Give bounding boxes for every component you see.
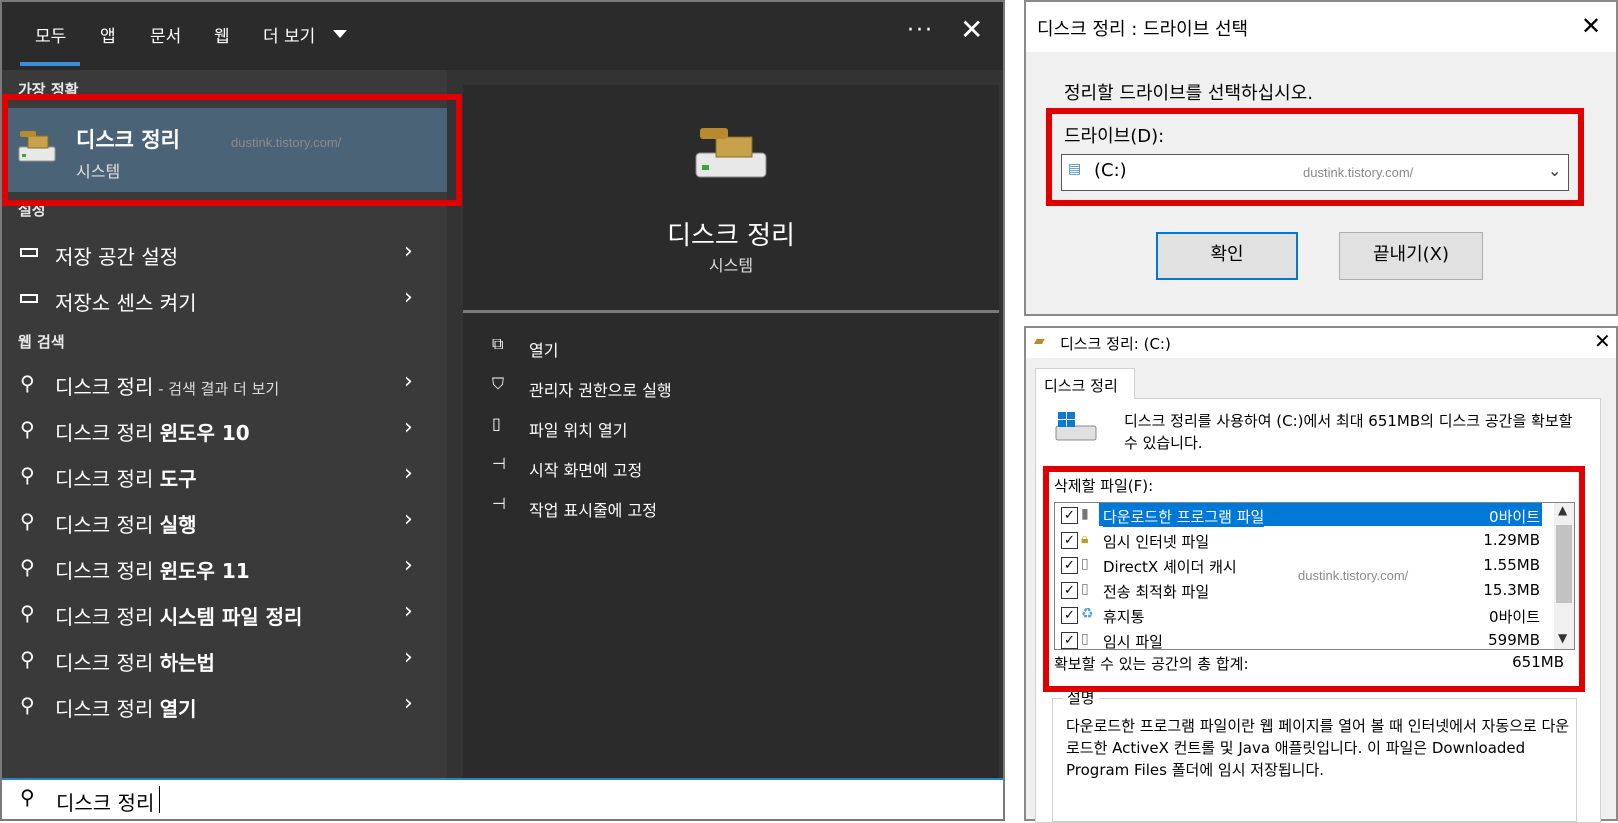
close-icon[interactable]: ✕ <box>1594 329 1611 353</box>
preview-title: 디스크 정리 <box>667 221 795 251</box>
chevron-right-icon: › <box>404 599 413 624</box>
pin-icon: ⊣ <box>492 454 506 473</box>
disk-cleanup-icon: ▰ <box>1034 333 1045 349</box>
web-result-text: 디스크 정리 <box>55 559 160 583</box>
web-result-text: 디스크 정리 <box>55 605 160 629</box>
action-pin-to-taskbar[interactable]: ⊣ 작업 표시줄에 고정 <box>482 494 882 530</box>
open-icon: ⧉ <box>492 334 504 353</box>
web-result-text: 디스크 정리 <box>55 697 160 721</box>
highlight-box <box>2 94 462 206</box>
settings-item-label: 저장 공간 설정 <box>55 245 179 269</box>
tab-more[interactable]: 더 보기 <box>263 22 315 47</box>
dialog-title: 디스크 정리 : 드라이브 선택 <box>1037 19 1249 40</box>
chevron-right-icon: › <box>404 369 413 394</box>
web-result-item[interactable]: ⚲ 디스크 정리 도구 › <box>2 460 447 504</box>
web-result-bold: 열기 <box>159 697 197 721</box>
web-result-item[interactable]: ⚲ 디스크 정리 열기 › <box>2 690 447 734</box>
tab-documents[interactable]: 문서 <box>150 22 181 47</box>
web-result-text: 디스크 정리 <box>55 651 160 675</box>
web-result-text: 디스크 정리 <box>55 375 154 399</box>
tab-all[interactable]: 모두 <box>35 22 66 47</box>
file-location-icon: ▯ <box>492 414 501 433</box>
active-tab-indicator <box>20 62 80 66</box>
shield-icon: ⛉ <box>492 374 505 393</box>
tab-web[interactable]: 웹 <box>214 22 230 47</box>
chevron-right-icon: › <box>404 285 413 310</box>
caret-down-icon <box>333 30 347 38</box>
action-run-as-admin[interactable]: ⛉ 관리자 권한으로 실행 <box>482 374 882 410</box>
web-search-header: 웹 검색 <box>18 333 65 351</box>
search-query: 디스크 정리 <box>56 791 155 815</box>
web-result-item[interactable]: ⚲ 디스크 정리 윈도우 11 › <box>2 552 447 596</box>
pin-icon: ⊣ <box>492 494 506 513</box>
storage-icon <box>20 294 38 303</box>
drive-icon <box>1055 412 1097 441</box>
action-label: 작업 표시줄에 고정 <box>529 501 657 520</box>
preview-subtitle: 시스템 <box>708 256 754 275</box>
highlight-box <box>1046 108 1584 206</box>
chevron-right-icon: › <box>404 239 413 264</box>
action-label: 파일 위치 열기 <box>529 421 628 440</box>
action-label: 열기 <box>529 341 559 360</box>
chevron-right-icon: › <box>404 415 413 440</box>
web-result-bold: 윈도우 11 <box>159 559 250 583</box>
description-group-text: 다운로드한 프로그램 파일이란 웹 페이지를 열어 볼 때 인터넷에서 자동으로… <box>1066 717 1570 779</box>
chevron-right-icon: › <box>404 461 413 486</box>
search-icon: ⚲ <box>20 463 35 487</box>
web-result-suffix: - 검색 결과 더 보기 <box>153 380 280 398</box>
action-label: 관리자 권한으로 실행 <box>529 381 672 400</box>
close-icon[interactable]: ✕ <box>1581 12 1601 40</box>
disk-cleanup-large-icon <box>695 128 767 178</box>
dialog-title: 디스크 정리: (C:) <box>1060 335 1171 353</box>
tab-disk-cleanup[interactable]: 디스크 정리 <box>1035 368 1135 399</box>
chevron-right-icon: › <box>404 507 413 532</box>
divider <box>463 310 999 313</box>
search-icon: ⚲ <box>20 509 35 533</box>
web-result-bold: 도구 <box>159 467 197 491</box>
text-caret <box>159 786 160 813</box>
highlight-box <box>1043 466 1585 692</box>
search-icon: ⚲ <box>20 785 35 809</box>
action-label: 시작 화면에 고정 <box>529 461 643 480</box>
search-icon: ⚲ <box>20 601 35 625</box>
search-icon: ⚲ <box>20 555 35 579</box>
search-icon: ⚲ <box>20 417 35 441</box>
more-options-icon[interactable]: ··· <box>907 18 934 43</box>
web-result-text: 디스크 정리 <box>55 513 160 537</box>
exit-button[interactable]: 끝내기(X) <box>1339 232 1483 280</box>
ok-button[interactable]: 확인 <box>1156 232 1298 280</box>
web-result-bold: 윈도우 10 <box>159 421 250 445</box>
action-open-file-location[interactable]: ▯ 파일 위치 열기 <box>482 414 882 450</box>
search-icon: ⚲ <box>20 647 35 671</box>
tab-apps[interactable]: 앱 <box>100 22 116 47</box>
action-open[interactable]: ⧉ 열기 <box>482 334 882 370</box>
web-result-item[interactable]: ⚲ 디스크 정리 - 검색 결과 더 보기 › <box>2 368 447 412</box>
prompt-text: 정리할 드라이브를 선택하십시오. <box>1064 83 1314 104</box>
web-result-item[interactable]: ⚲ 디스크 정리 윈도우 10 › <box>2 414 447 458</box>
web-result-bold: 시스템 파일 정리 <box>159 605 303 629</box>
chevron-right-icon: › <box>404 645 413 670</box>
web-result-item[interactable]: ⚲ 디스크 정리 실행 › <box>2 506 447 550</box>
action-pin-to-start[interactable]: ⊣ 시작 화면에 고정 <box>482 454 882 490</box>
web-result-item[interactable]: ⚲ 디스크 정리 시스템 파일 정리 › <box>2 598 447 642</box>
web-result-bold: 하는법 <box>159 651 215 675</box>
chevron-right-icon: › <box>404 691 413 716</box>
web-result-bold: 실행 <box>159 513 197 537</box>
chevron-right-icon: › <box>404 553 413 578</box>
storage-icon <box>20 248 38 257</box>
search-icon: ⚲ <box>20 693 35 717</box>
web-result-item[interactable]: ⚲ 디스크 정리 하는법 › <box>2 644 447 688</box>
description-text: 디스크 정리를 사용하여 (C:)에서 최대 651MB의 디스크 공간을 확보… <box>1124 412 1573 452</box>
settings-item-label: 저장소 센스 켜기 <box>55 291 197 315</box>
search-icon: ⚲ <box>20 371 35 395</box>
close-icon[interactable]: ✕ <box>960 16 983 44</box>
web-result-text: 디스크 정리 <box>55 421 160 445</box>
web-result-text: 디스크 정리 <box>55 467 160 491</box>
